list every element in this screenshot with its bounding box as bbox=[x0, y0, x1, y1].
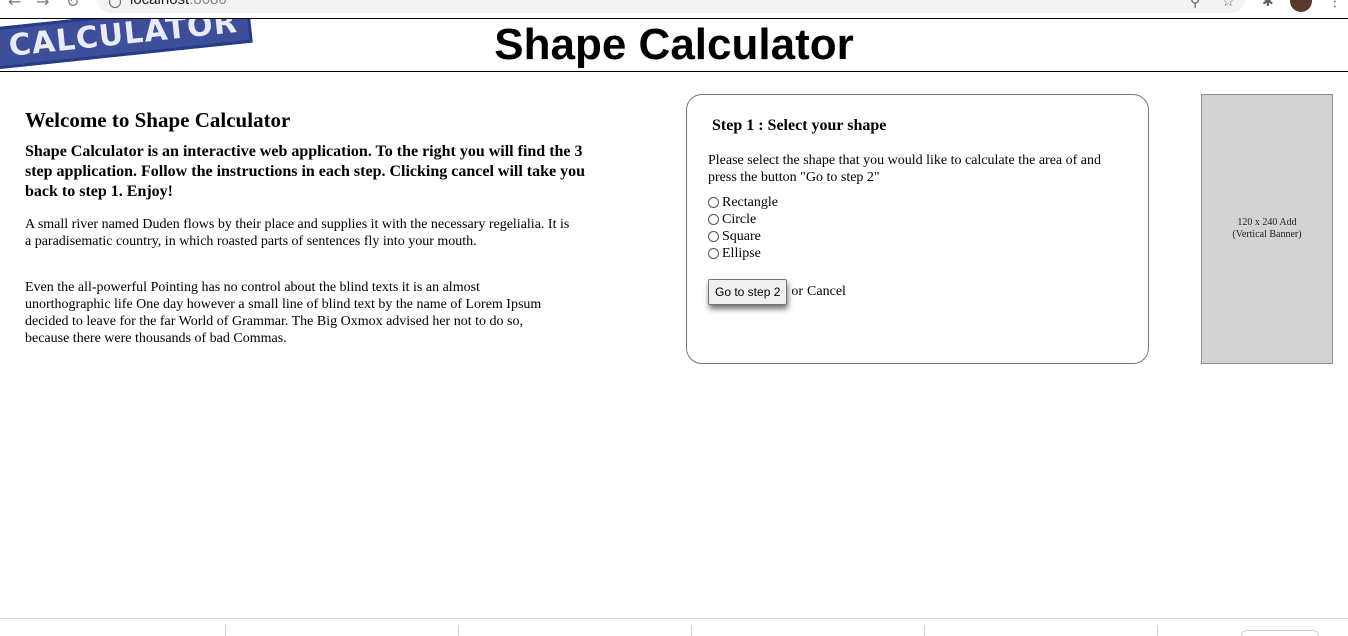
cancel-link[interactable]: Cancel bbox=[807, 284, 846, 300]
shape-options: Rectangle Circle Square Ellipse bbox=[708, 194, 778, 262]
radio-button[interactable] bbox=[708, 231, 719, 242]
ad-text: 120 x 240 Add (Vertical Banner) bbox=[1202, 217, 1332, 241]
shape-option-circle[interactable]: Circle bbox=[708, 211, 778, 228]
step-actions: Go to step 2 or Cancel bbox=[708, 279, 846, 305]
option-label: Square bbox=[722, 228, 761, 244]
page-title: Shape Calculator bbox=[494, 20, 854, 69]
profile-avatar[interactable] bbox=[1290, 0, 1312, 12]
bottom-bar bbox=[0, 618, 1348, 636]
option-label: Rectangle bbox=[722, 194, 778, 210]
bottom-separator bbox=[1157, 625, 1158, 636]
radio-button[interactable] bbox=[708, 248, 719, 259]
intro-paragraph-2: Even the all-powerful Pointing has no co… bbox=[25, 280, 542, 346]
step-instructions: Please select the shape that you would l… bbox=[708, 153, 1102, 185]
ad-text-line-1: 120 x 240 Add bbox=[1237, 217, 1297, 228]
menu-dots-icon[interactable]: ⋮ bbox=[1328, 0, 1342, 10]
bottom-button[interactable] bbox=[1241, 630, 1319, 636]
star-icon[interactable]: ☆ bbox=[1222, 0, 1235, 10]
shape-option-square[interactable]: Square bbox=[708, 228, 778, 245]
address-bar[interactable]: localhost:8080 bbox=[97, 0, 1245, 13]
step-title: Step 1 : Select your shape bbox=[712, 117, 887, 134]
ad-banner[interactable]: 120 x 240 Add (Vertical Banner) bbox=[1201, 94, 1333, 364]
back-arrow-icon[interactable]: ← bbox=[8, 0, 21, 11]
shape-option-ellipse[interactable]: Ellipse bbox=[708, 245, 778, 262]
radio-button[interactable] bbox=[708, 197, 719, 208]
or-text: or bbox=[791, 284, 804, 299]
bottom-separator bbox=[924, 625, 925, 636]
browser-toolbar: ← → ↻ localhost:8080 ⚲ ☆ ✱ ⋮ bbox=[0, 0, 1348, 17]
address-url: localhost:8080 bbox=[130, 0, 227, 8]
forward-arrow-icon[interactable]: → bbox=[36, 0, 49, 11]
intro-paragraph-1: A small river named Duden flows by their… bbox=[25, 217, 570, 249]
option-label: Circle bbox=[722, 211, 757, 227]
intro-heading: Welcome to Shape Calculator bbox=[25, 108, 291, 132]
site-info-icon[interactable] bbox=[109, 0, 121, 8]
ad-text-line-2: (Vertical Banner) bbox=[1232, 229, 1302, 240]
reload-icon[interactable]: ↻ bbox=[66, 0, 79, 11]
search-icon[interactable]: ⚲ bbox=[1190, 0, 1200, 10]
step-panel: Step 1 : Select your shape Please select… bbox=[686, 94, 1149, 364]
intro-section: Welcome to Shape Calculator Shape Calcul… bbox=[25, 107, 595, 347]
shape-option-rectangle[interactable]: Rectangle bbox=[708, 194, 778, 211]
site-header: CALCULATOR Shape Calculator bbox=[0, 18, 1348, 72]
bottom-separator bbox=[691, 625, 692, 636]
option-label: Ellipse bbox=[722, 245, 761, 261]
extensions-icon[interactable]: ✱ bbox=[1262, 0, 1274, 10]
intro-lead: Shape Calculator is an interactive web a… bbox=[25, 143, 586, 200]
go-to-step-2-button[interactable]: Go to step 2 bbox=[708, 279, 788, 305]
radio-button[interactable] bbox=[708, 214, 719, 225]
bottom-separator bbox=[225, 625, 226, 636]
bottom-separator bbox=[458, 625, 459, 636]
